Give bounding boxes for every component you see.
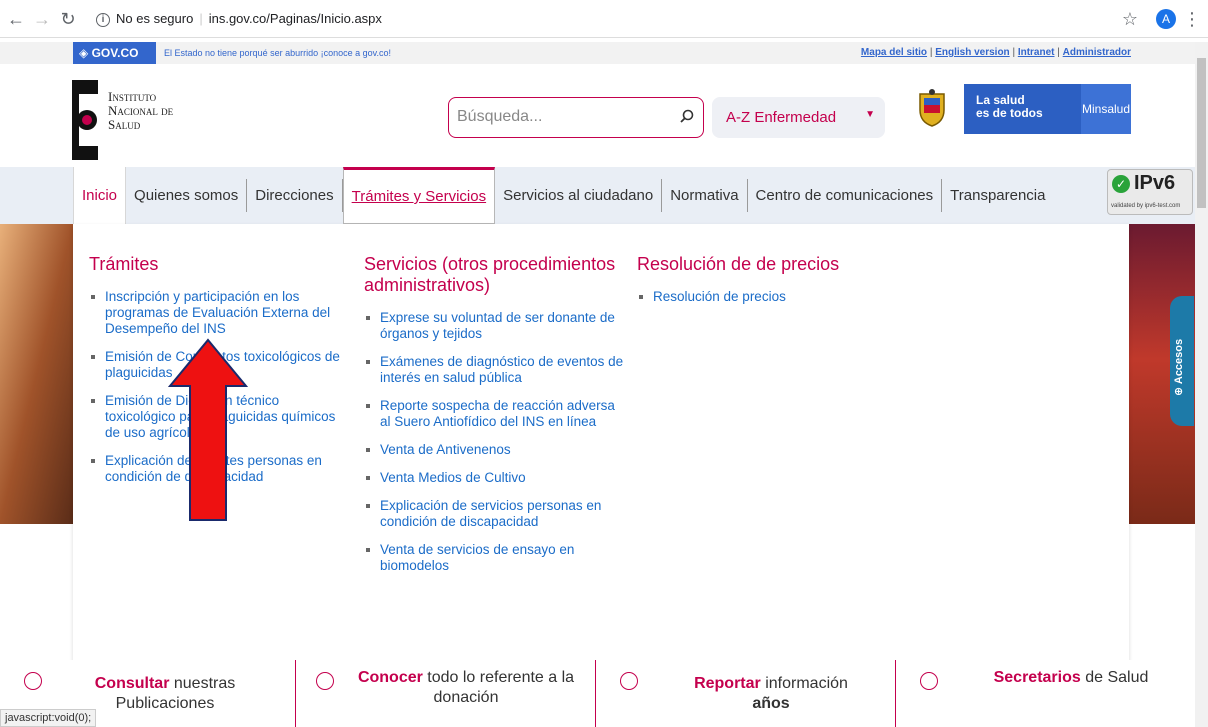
reload-icon[interactable]: ↻ bbox=[58, 9, 78, 29]
menu-link[interactable]: Exámenes de diagnóstico de eventos de in… bbox=[364, 354, 626, 386]
browser-toolbar: ← → ↻ i No es seguro | ins.gov.co/Paginas/I… bbox=[0, 0, 1208, 38]
building-icon bbox=[920, 672, 938, 690]
menu-link[interactable]: Venta Medios de Cultivo bbox=[364, 470, 626, 486]
card-text: Secretarios de Salud bbox=[993, 669, 1149, 686]
nav-inicio[interactable]: Inicio bbox=[73, 167, 127, 224]
nav-normativa[interactable]: Normativa bbox=[662, 179, 748, 212]
menu-link[interactable]: Resolución de precios bbox=[637, 289, 897, 305]
col-title: Servicios (otros procedimientos administ… bbox=[364, 254, 616, 295]
info-icon[interactable]: i bbox=[96, 12, 110, 27]
hero-photo-left bbox=[0, 224, 73, 524]
book-icon bbox=[24, 672, 42, 690]
salud-slogan: La salud es de todos bbox=[964, 84, 1081, 134]
menu-dots-icon[interactable]: ⋮ bbox=[1182, 9, 1202, 29]
ipv6-label: IPv6 bbox=[1134, 172, 1176, 194]
card-secretarios[interactable]: Secretarios de Salud bbox=[896, 660, 1196, 727]
search-input[interactable]: Búsqueda... bbox=[448, 97, 704, 138]
search-placeholder: Búsqueda... bbox=[457, 108, 543, 125]
az-select-value: A-Z Enfermedad bbox=[726, 109, 837, 126]
accesos-label: ⊕ Accesos bbox=[1173, 338, 1185, 396]
card-text: Consultar nuestras Publicaciones bbox=[94, 675, 236, 712]
menu-link[interactable]: Exprese su voluntad de ser donante de ór… bbox=[364, 310, 626, 342]
menu-link[interactable]: Explicación de servicios personas en con… bbox=[364, 498, 626, 530]
forward-icon[interactable]: → bbox=[32, 9, 52, 29]
menu-link[interactable]: Reporte sospecha de reacción adversa al … bbox=[364, 398, 626, 430]
nav-centro-comunicaciones[interactable]: Centro de comunicaciones bbox=[748, 179, 943, 212]
colombia-crest-icon bbox=[919, 89, 945, 127]
col-title: Resolución de de precios bbox=[637, 254, 840, 274]
english-link[interactable]: English version bbox=[935, 47, 1009, 58]
nav-servicios-ciudadano[interactable]: Servicios al ciudadano bbox=[495, 179, 663, 212]
check-icon: ✓ bbox=[1112, 175, 1130, 193]
chevron-down-icon: ▼ bbox=[865, 109, 875, 120]
minsalud-banner[interactable]: La salud es de todos Minsalud bbox=[912, 84, 1131, 134]
address-bar[interactable]: i No es seguro | ins.gov.co/Paginas/Inicio.… bbox=[96, 6, 1142, 32]
admin-link[interactable]: Administrador bbox=[1063, 47, 1131, 58]
ipv6-badge[interactable]: ✓ IPv6 validated by ipv6-test.com bbox=[1107, 169, 1193, 215]
red-arrow-icon bbox=[168, 338, 248, 521]
ins-logo[interactable]: Instituto Nacional de Salud bbox=[72, 80, 222, 160]
govco-logo[interactable]: ◈ GOV.CO bbox=[73, 42, 156, 64]
main-nav: Inicio Quienes somos Direcciones Trámite… bbox=[0, 167, 1195, 224]
quick-access-cards: Consultar nuestras Publicaciones Conocer … bbox=[0, 660, 1195, 727]
card-text: Reportar información años bbox=[694, 675, 848, 712]
govco-tagline: El Estado no tiene porqué ser aburrido ¡… bbox=[164, 48, 391, 58]
profile-avatar[interactable]: A bbox=[1156, 9, 1176, 29]
accesos-tab[interactable]: ⊕ Accesos bbox=[1170, 296, 1194, 426]
sitemap-link[interactable]: Mapa del sitio bbox=[861, 47, 927, 58]
intranet-link[interactable]: Intranet bbox=[1018, 47, 1055, 58]
col-servicios: Servicios (otros procedimientos administ… bbox=[364, 254, 626, 586]
back-icon[interactable]: ← bbox=[6, 9, 26, 29]
info-circle-icon bbox=[620, 672, 638, 690]
col-precios: Resolución de de precios Resolución de p… bbox=[637, 254, 897, 317]
nav-quienes-somos[interactable]: Quienes somos bbox=[126, 179, 248, 212]
menu-link[interactable]: Venta de servicios de ensayo en biomodel… bbox=[364, 542, 626, 574]
card-reportar[interactable]: Reportar información años bbox=[596, 660, 896, 727]
status-bar: javascript:void(0); bbox=[0, 709, 97, 727]
menu-link[interactable]: Venta de Antivenenos bbox=[364, 442, 626, 458]
minsalud-label: Minsalud bbox=[1081, 84, 1131, 134]
bookmark-star-icon[interactable]: ☆ bbox=[1120, 9, 1140, 29]
search-icon[interactable] bbox=[679, 109, 695, 125]
gov-bar: ◈ GOV.CO El Estado no tiene porqué ser a… bbox=[0, 42, 1195, 64]
az-disease-select[interactable]: A-Z Enfermedad ▼ bbox=[712, 97, 885, 138]
card-donacion[interactable]: Conocer todo lo referente a la donación bbox=[296, 660, 596, 727]
heart-icon bbox=[316, 672, 334, 690]
ins-logo-mark-icon bbox=[72, 80, 98, 160]
brand-name: Instituto Nacional de Salud bbox=[108, 89, 174, 132]
security-label: No es seguro bbox=[116, 11, 194, 26]
ipv6-sub: validated by ipv6-test.com bbox=[1111, 203, 1181, 209]
col-title: Trámites bbox=[89, 254, 159, 274]
nav-tramites-servicios[interactable]: Trámites y Servicios bbox=[342, 167, 496, 224]
nav-direcciones[interactable]: Direcciones bbox=[247, 179, 343, 212]
gov-links: Mapa del sitio | English version | Intra… bbox=[860, 47, 1131, 58]
scrollbar-thumb[interactable] bbox=[1197, 58, 1206, 208]
card-text: Conocer todo lo referente a la donación bbox=[357, 669, 575, 706]
url-text: ins.gov.co/Paginas/Inicio.aspx bbox=[208, 11, 382, 26]
menu-link[interactable]: Inscripción y participación en los progr… bbox=[89, 289, 349, 337]
nav-transparencia[interactable]: Transparencia bbox=[942, 179, 1053, 212]
